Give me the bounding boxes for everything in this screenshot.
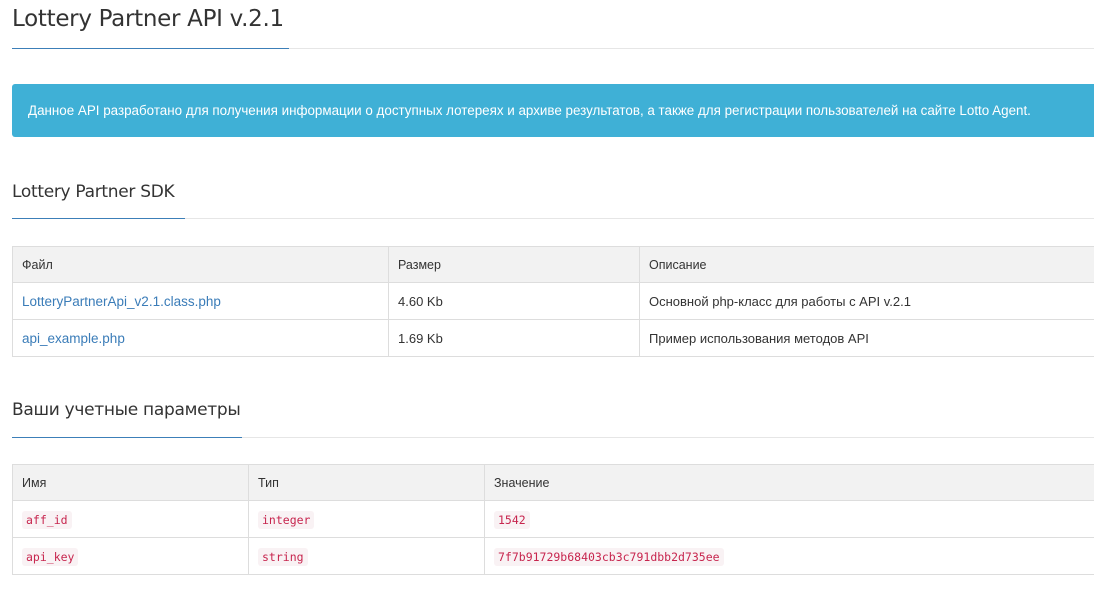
- param-value: 7f7b91729b68403cb3c791dbb2d735ee: [494, 547, 724, 566]
- info-alert-text: Данное API разработано для получения инф…: [28, 103, 1031, 118]
- sdk-heading-block: Lottery Partner SDK: [12, 180, 1094, 219]
- column-header-value: Значение: [484, 464, 1094, 501]
- page-title-underline: [12, 48, 289, 49]
- param-type-cell: integer: [248, 500, 485, 538]
- column-header-file: Файл: [12, 246, 389, 283]
- column-header-size: Размер: [388, 246, 640, 283]
- credentials-heading-underline: [12, 437, 242, 438]
- table-header-row: Имя Тип Значение: [12, 464, 1094, 501]
- param-value: 1542: [494, 510, 530, 529]
- file-link-class[interactable]: LotteryPartnerApi_v2.1.class.php: [22, 294, 221, 309]
- size-cell: 1.69 Kb: [388, 319, 640, 357]
- description-cell: Пример использования методов API: [639, 319, 1094, 357]
- param-value-cell: 7f7b91729b68403cb3c791dbb2d735ee: [484, 537, 1094, 575]
- sdk-heading: Lottery Partner SDK: [12, 182, 175, 202]
- param-name-cell: api_key: [12, 537, 249, 575]
- column-header-description: Описание: [639, 246, 1094, 283]
- param-type: integer: [258, 510, 315, 529]
- table-row: LotteryPartnerApi_v2.1.class.php 4.60 Kb…: [12, 282, 1094, 320]
- param-type: string: [258, 547, 308, 566]
- table-row: aff_id integer 1542: [12, 500, 1094, 538]
- description-cell: Основной php-класс для работы с API v.2.…: [639, 282, 1094, 320]
- param-name-cell: aff_id: [12, 500, 249, 538]
- table-header-row: Файл Размер Описание: [12, 246, 1094, 283]
- file-cell: api_example.php: [12, 319, 389, 357]
- column-header-name: Имя: [12, 464, 249, 501]
- file-cell: LotteryPartnerApi_v2.1.class.php: [12, 282, 389, 320]
- param-type-cell: string: [248, 537, 485, 575]
- page-title-block: Lottery Partner API v.2.1: [12, 0, 1094, 49]
- size-cell: 4.60 Kb: [388, 282, 640, 320]
- sdk-files-table: Файл Размер Описание LotteryPartnerApi_v…: [12, 246, 1094, 357]
- credentials-heading: Ваши учетные параметры: [12, 400, 241, 420]
- info-alert: Данное API разработано для получения инф…: [12, 84, 1094, 137]
- sdk-heading-underline: [12, 218, 185, 219]
- column-header-type: Тип: [248, 464, 485, 501]
- page-title: Lottery Partner API v.2.1: [12, 6, 284, 32]
- page: Lottery Partner API v.2.1 Данное API раз…: [0, 0, 1094, 596]
- table-row: api_example.php 1.69 Kb Пример использов…: [12, 319, 1094, 357]
- param-value-cell: 1542: [484, 500, 1094, 538]
- table-row: api_key string 7f7b91729b68403cb3c791dbb…: [12, 537, 1094, 575]
- credentials-table: Имя Тип Значение aff_id integer 1542 api…: [12, 464, 1094, 575]
- credentials-heading-block: Ваши учетные параметры: [12, 398, 1094, 438]
- param-name: aff_id: [22, 510, 72, 529]
- file-link-example[interactable]: api_example.php: [22, 331, 125, 346]
- param-name: api_key: [22, 547, 79, 566]
